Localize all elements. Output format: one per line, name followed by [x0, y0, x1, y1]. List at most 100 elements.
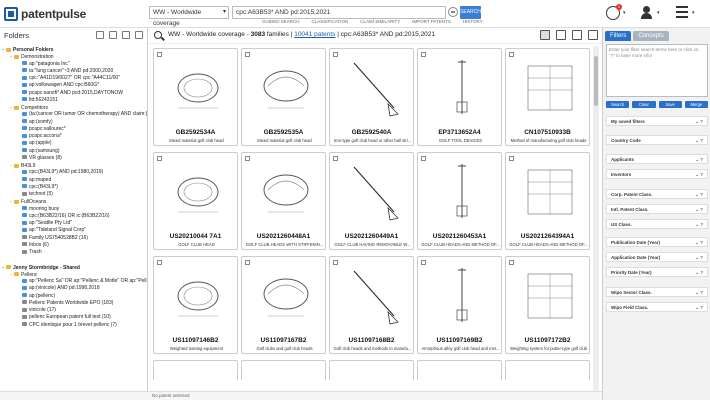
select-checkbox[interactable] [333, 156, 338, 161]
result-card[interactable]: EP3713652A4 GOLF TOOL DEVICES [417, 48, 502, 146]
patent-number[interactable]: US11097146B2 [154, 337, 237, 344]
result-card[interactable] [153, 360, 238, 380]
tree-item[interactable]: pellenc European patent full text (10) [0, 314, 147, 321]
patents-link[interactable]: 10041 patents [294, 31, 335, 38]
result-card[interactable]: US11097172B2 Weighting system for putter-… [505, 256, 590, 354]
filter-facet[interactable]: Priority Date (Year) [606, 267, 708, 277]
patent-number[interactable]: US11097168B2 [330, 337, 413, 344]
tree-item[interactable]: pcapc:vallourec* [0, 126, 147, 133]
select-checkbox[interactable] [245, 260, 250, 265]
result-card[interactable]: CN107510933B Method of manufacturing golf… [505, 48, 590, 146]
tree-item[interactable]: ap:(somfy) [0, 119, 147, 126]
query-input[interactable]: cpc:A63B53* AND pd:2015,2021 [232, 6, 446, 19]
import-patents-link[interactable]: IMPORT PATENTS [412, 19, 451, 24]
tree-item[interactable]: VR glasses (8) [0, 155, 147, 162]
tree-folder[interactable]: − B43L9 [0, 162, 147, 169]
tree-item[interactable]: ap:"Tideland Signal Corp" [0, 227, 147, 234]
tab-concepts[interactable]: Concepts [633, 31, 669, 41]
tree-item[interactable]: technot (5) [0, 191, 147, 198]
tree-item[interactable]: cpc:(B43L9*) AND pd:1980,2019) [0, 169, 147, 176]
tree-item[interactable]: ap:(apple) [0, 140, 147, 147]
select-checkbox[interactable] [157, 156, 162, 161]
delete-icon[interactable] [122, 31, 130, 39]
filter-facet[interactable]: US Class. [606, 219, 708, 229]
result-card[interactable]: US11097169B2 Amorphous alloy golf club he… [417, 256, 502, 354]
select-checkbox[interactable] [509, 52, 514, 57]
user-icon[interactable] [640, 6, 654, 20]
filter-facet[interactable]: Inventors [606, 169, 708, 179]
filter-facet[interactable]: Country Code [606, 135, 708, 145]
filter-clear-button[interactable]: Clear [632, 101, 656, 108]
result-card[interactable]: US11097168B2 Golf club heads and methods … [329, 256, 414, 354]
tree-item[interactable]: pcapc:accona* [0, 133, 147, 140]
filter-search-button[interactable]: Search [606, 101, 630, 108]
tree-folder[interactable]: − FullOceans [0, 198, 147, 205]
patent-number[interactable]: US2021264394A1 [506, 233, 589, 240]
result-card[interactable]: US2021264394A1 GOLF CLUB HEADS AND METHOD… [505, 152, 590, 250]
tree-item[interactable]: mooring buoy [0, 206, 147, 213]
result-card[interactable]: GB2592534A Mixed material golf club head [153, 48, 238, 146]
tree-root[interactable]: − Jenny Stormbridge - Shared [0, 264, 147, 271]
select-checkbox[interactable] [157, 260, 162, 265]
filter-facet[interactable]: My saved filters [606, 116, 708, 126]
select-checkbox[interactable] [333, 52, 338, 57]
coverage-select[interactable]: WW - Worldwide coverage [149, 6, 229, 27]
result-card[interactable]: GB2592540A Iron-type golf club head or ot… [329, 48, 414, 146]
tree-item[interactable]: ap:(pellenc) [0, 293, 147, 300]
select-checkbox[interactable] [509, 156, 514, 161]
select-checkbox[interactable] [421, 52, 426, 57]
tree-item[interactable]: cpc:(B43L9*) [0, 184, 147, 191]
results-scrollbar[interactable] [593, 46, 599, 391]
result-card[interactable]: US11097167B2 Golf clubs and golf club hea… [241, 256, 326, 354]
classification-link[interactable]: CLASSIFICATION [312, 19, 349, 24]
result-card[interactable] [329, 360, 414, 380]
tree-item[interactable]: (ta:(cancer OR tumor OR chemotherapy) AN… [0, 111, 147, 118]
filter-facet[interactable]: Wipo Field Class. [606, 302, 708, 312]
patent-number[interactable]: US11097167B2 [242, 337, 325, 344]
claim-similarity-link[interactable]: CLAIM SIMILARITY [360, 19, 400, 24]
filter-facet[interactable]: Wipo Sector Class. [606, 287, 708, 297]
globe-icon[interactable]: 1 [606, 4, 622, 20]
tree-root[interactable]: − Personal Folders [0, 46, 147, 53]
tree-item[interactable]: Inbox (6) [0, 242, 147, 249]
chevron-down-icon[interactable]: ▾ [623, 10, 626, 16]
chevron-down-icon[interactable]: ▾ [657, 10, 660, 16]
tree-item[interactable]: pcapc:sanofi* AND pcd:2015,DAYTONOW [0, 90, 147, 97]
result-card[interactable]: GB2592535A Mixed material golf club head [241, 48, 326, 146]
result-card[interactable]: US2021260453A1 GOLF CLUB HEADS AND METHOD… [417, 152, 502, 250]
tree-item[interactable]: ta:"lung cancer"~3 AND pd:2000,2020 [0, 68, 147, 75]
tree-item[interactable]: ap:(vinicole) AND pd:1998,2018 [0, 285, 147, 292]
tree-item[interactable]: ap:maped [0, 177, 147, 184]
settings-icon[interactable] [588, 30, 598, 40]
history-link[interactable]: HISTORY [463, 19, 483, 24]
filter-facet[interactable]: Applicants [606, 154, 708, 164]
chart-icon[interactable] [572, 30, 582, 40]
menu-icon[interactable] [676, 6, 690, 20]
filter-facet[interactable]: Intl. Patent Class. [606, 204, 708, 214]
tree-item[interactable]: cpc:(B63B22/16) OR ic:(B63B22/16) [0, 213, 147, 220]
chevron-down-icon[interactable]: ▾ [692, 10, 695, 16]
filter-facet[interactable]: Application Date (Year) [606, 252, 708, 262]
new-folder-icon[interactable] [109, 31, 117, 39]
tree-item[interactable]: Family US7540528B2 (16) [0, 235, 147, 242]
result-card[interactable] [241, 360, 326, 380]
select-checkbox[interactable] [157, 52, 162, 57]
tree-item[interactable]: Pellenc Patents Worldwide EPO (183) [0, 300, 147, 307]
search-button[interactable]: SEARCH [460, 6, 481, 19]
patent-number[interactable]: GB2592535A [242, 129, 325, 136]
filter-merge-button[interactable]: Merge [684, 101, 708, 108]
tab-filters[interactable]: Filters [605, 31, 632, 41]
patent-number[interactable]: EP3713652A4 [418, 129, 501, 136]
tree-item[interactable]: ap:volkswagen AND cpc:B60G* [0, 82, 147, 89]
save-icon[interactable] [556, 30, 566, 40]
tree-item[interactable]: CPC identique pour 1 brevet pellenc (7) [0, 322, 147, 329]
select-checkbox[interactable] [245, 156, 250, 161]
tree-item[interactable]: ap:"Seattle Pty Ltd" [0, 220, 147, 227]
clear-query-icon[interactable] [448, 7, 458, 17]
patent-number[interactable]: US20210044 7A1 [154, 233, 237, 240]
patent-number[interactable]: US2021260453A1 [418, 233, 501, 240]
patent-number[interactable]: US11097172B2 [506, 337, 589, 344]
result-card[interactable] [505, 360, 590, 380]
patent-number[interactable]: GB2592540A [330, 129, 413, 136]
list-view-icon[interactable] [540, 30, 550, 40]
